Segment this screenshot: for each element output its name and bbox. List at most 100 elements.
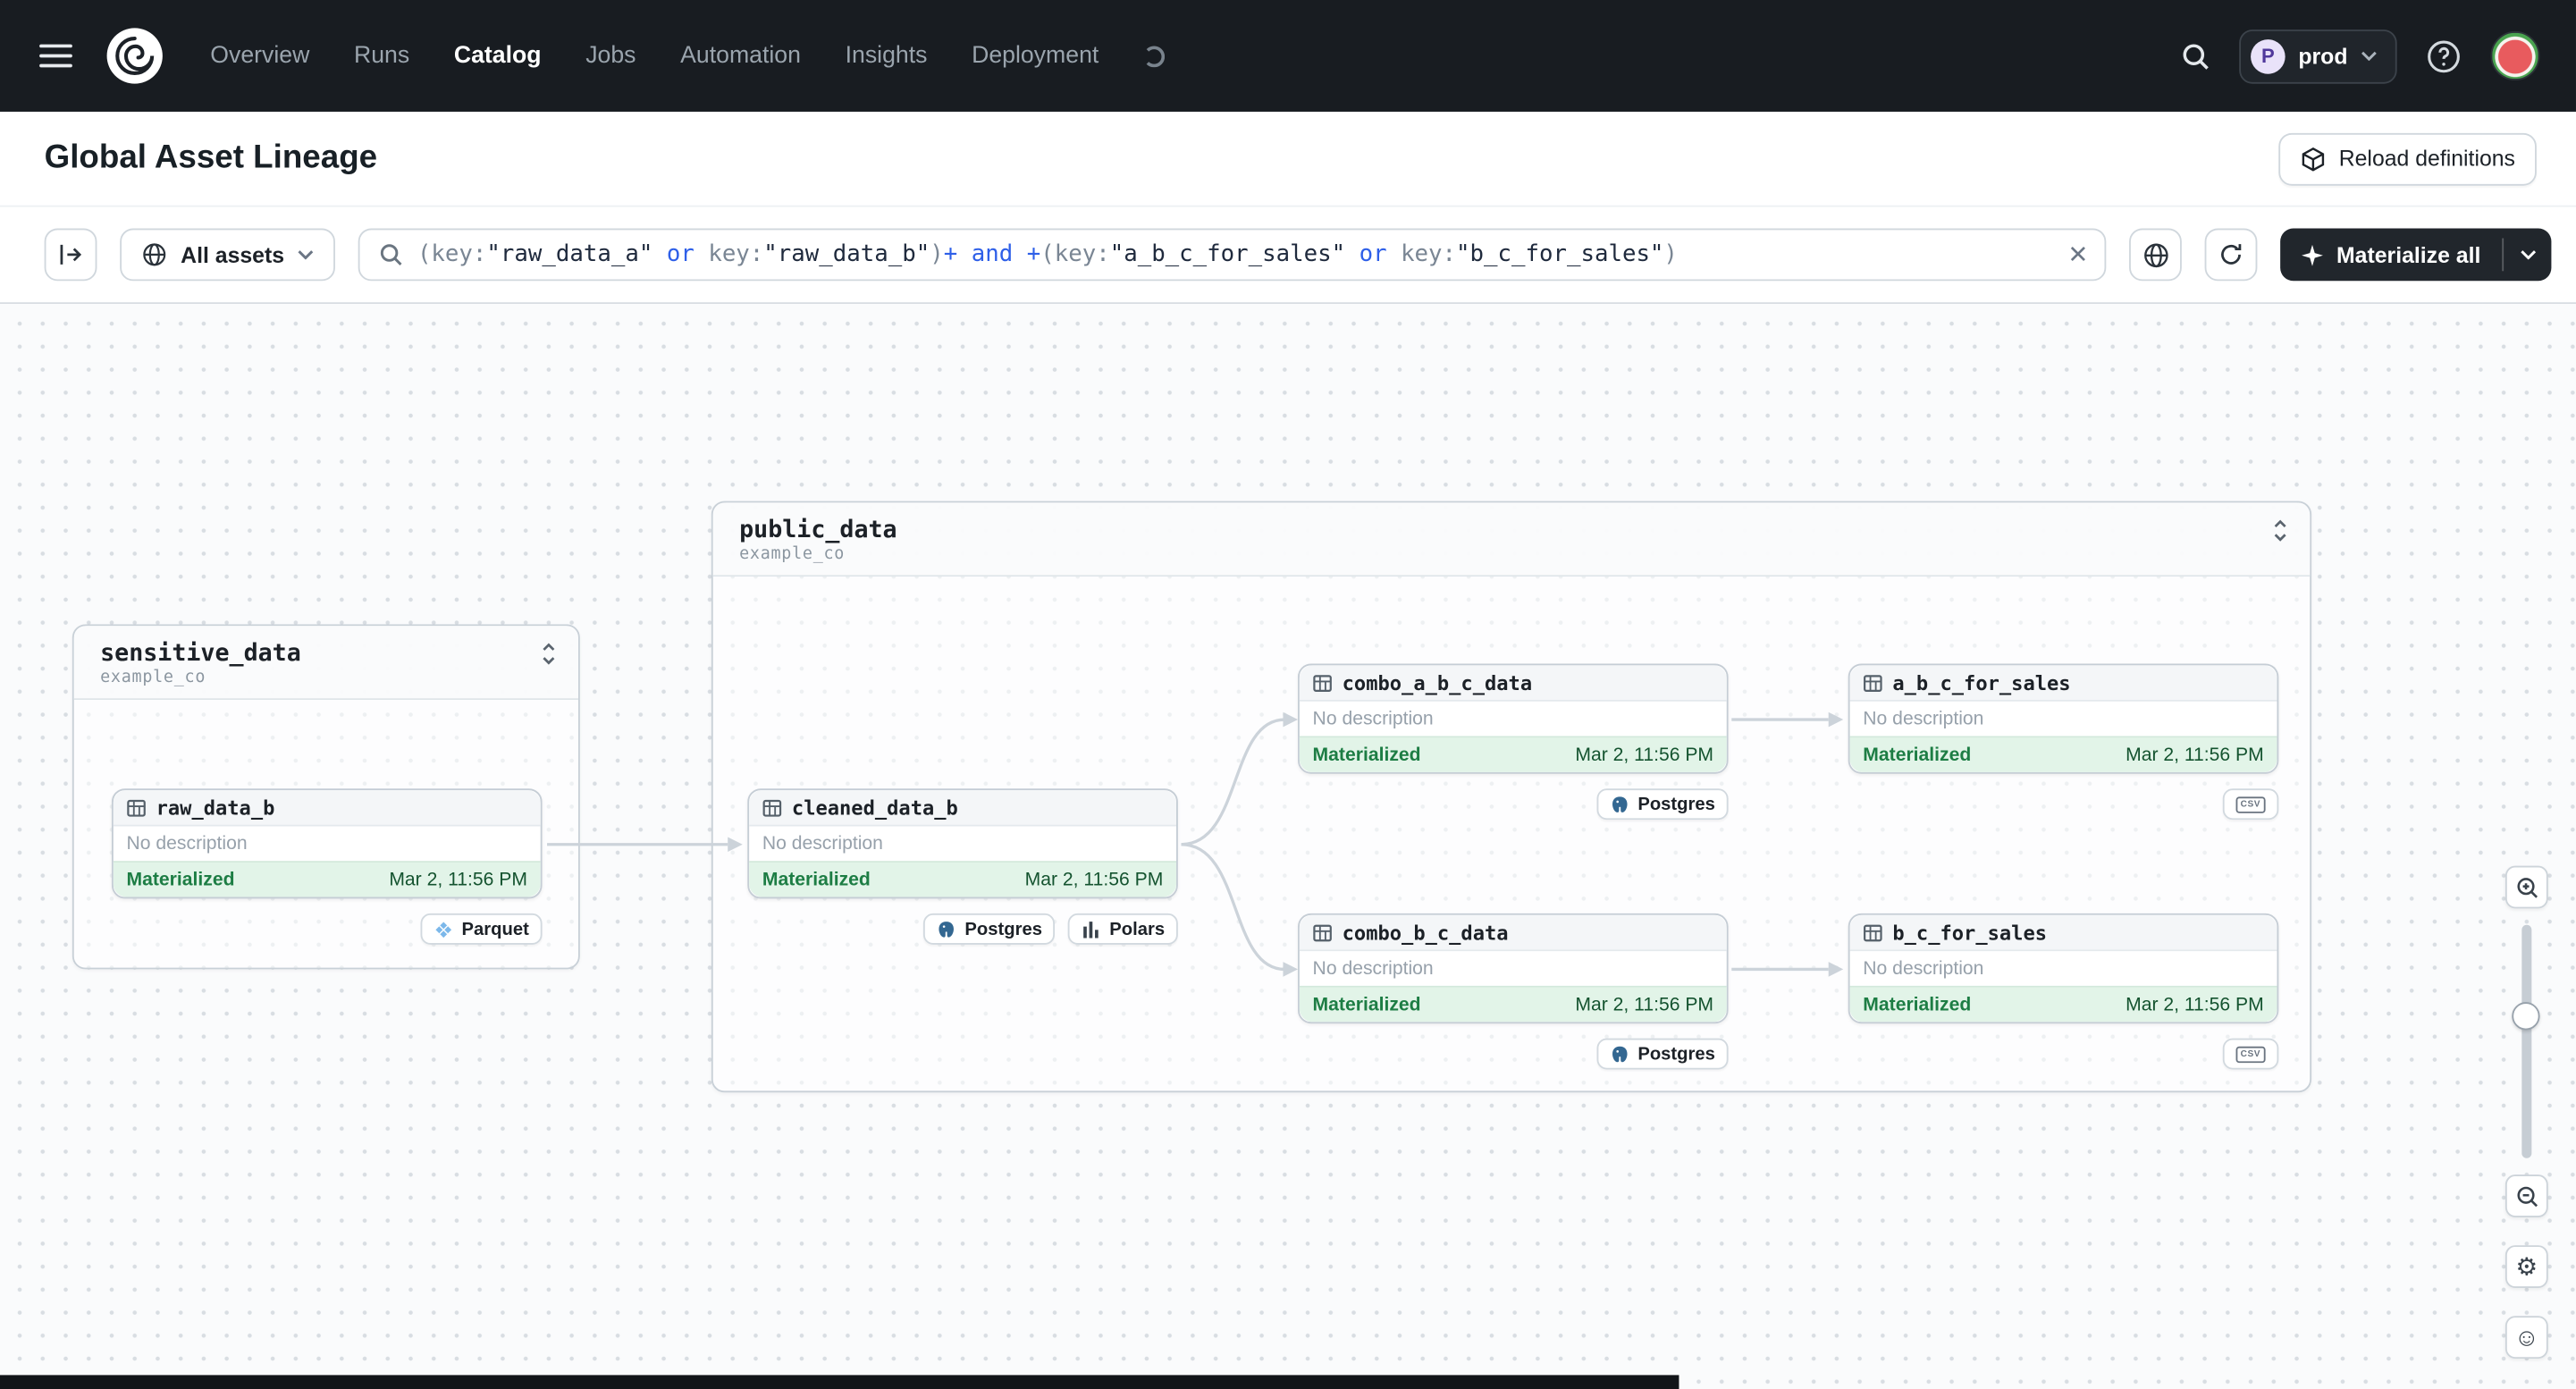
nav-item-insights[interactable]: Insights (846, 43, 928, 69)
asset-description: No description (1312, 958, 1434, 979)
materialized-timestamp: Mar 2, 11:56 PM (2126, 745, 2264, 765)
asset-selection-query: (key:"raw_data_a" or key:"raw_data_b")+ … (417, 241, 1678, 268)
materialized-timestamp: Mar 2, 11:56 PM (1575, 745, 1714, 765)
clear-selection-icon[interactable]: ✕ (2067, 242, 2088, 267)
feedback-button[interactable]: ☺ (2504, 1316, 2548, 1360)
nav-item-jobs[interactable]: Jobs (585, 43, 636, 69)
table-icon (1313, 674, 1332, 692)
asset-status-row: Materialized Mar 2, 11:56 PM (113, 861, 541, 897)
asset-node-cleaned_data_b[interactable]: cleaned_data_b No description Materializ… (747, 788, 1178, 899)
tag-postgres[interactable]: Postgres (1596, 788, 1729, 821)
asset-node-combo_a_b_c_data[interactable]: combo_a_b_c_data No description Material… (1298, 663, 1729, 774)
materialized-status: Materialized (1863, 994, 1972, 1014)
asset-selection-input[interactable]: (key:"raw_data_a" or key:"raw_data_b")+ … (358, 228, 2107, 282)
materialized-timestamp: Mar 2, 11:56 PM (389, 870, 527, 890)
nav-item-deployment[interactable]: Deployment (972, 43, 1099, 69)
globe-icon (143, 243, 166, 266)
tag-csv[interactable]: CSV (2222, 1038, 2279, 1070)
tag-polars[interactable]: Polars (1068, 913, 1178, 945)
table-icon (762, 799, 782, 816)
panel-expand-icon (60, 244, 82, 265)
asset-node-combo_b_c_data[interactable]: combo_b_c_data No description Materializ… (1298, 913, 1729, 1024)
asset-status-row: Materialized Mar 2, 11:56 PM (1849, 736, 2277, 772)
deployment-switcher[interactable]: P prod (2239, 29, 2397, 83)
asset-status-row: Materialized Mar 2, 11:56 PM (749, 861, 1177, 897)
materialized-status: Materialized (762, 870, 871, 890)
globe-icon (2143, 242, 2168, 267)
tag-label: Parquet (461, 919, 529, 939)
asset-node-raw_data_b[interactable]: raw_data_b No description Materialized M… (111, 788, 543, 899)
dagster-app: Overview Runs Catalog Jobs Automation In… (0, 0, 2576, 1389)
csv-icon: CSV (2235, 796, 2266, 812)
graph-view-options-button[interactable] (2129, 228, 2183, 282)
gear-icon: ⚙ (2515, 1253, 2538, 1282)
asset-node-header: combo_a_b_c_data (1299, 665, 1727, 702)
user-avatar[interactable] (2490, 30, 2540, 81)
materialized-status: Materialized (1312, 994, 1421, 1014)
asset-node-header: combo_b_c_data (1299, 914, 1727, 952)
toggle-sidebar-button[interactable] (44, 228, 97, 282)
reload-definitions-label: Reload definitions (2338, 146, 2515, 172)
chevron-down-icon (2361, 51, 2377, 62)
asset-scope-label: All assets (181, 242, 285, 267)
zoom-in-icon (2516, 877, 2538, 897)
zoom-out-icon (2516, 1185, 2538, 1207)
refresh-icon (2221, 244, 2242, 265)
zoom-in-button[interactable] (2504, 865, 2548, 909)
group-repo: example_co (739, 545, 846, 564)
asset-node-b_c_for_sales[interactable]: b_c_for_sales No description Materialize… (1848, 913, 2279, 1024)
viewport: Overview Runs Catalog Jobs Automation In… (0, 0, 2576, 1389)
nav-item-runs[interactable]: Runs (354, 43, 409, 69)
postgres-icon (1612, 1045, 1628, 1062)
tag-csv[interactable]: CSV (2222, 788, 2279, 821)
reload-definitions-button[interactable]: Reload definitions (2277, 131, 2537, 185)
graph-settings-button[interactable]: ⚙ (2504, 1245, 2548, 1288)
lineage-canvas[interactable]: sensitive_data example_co public_data ex… (0, 304, 2576, 1389)
menu-icon[interactable] (39, 44, 72, 68)
postgres-icon (939, 921, 955, 937)
zoom-out-button[interactable] (2504, 1174, 2548, 1217)
nav-item-catalog[interactable]: Catalog (454, 43, 542, 69)
table-icon (1864, 923, 1882, 941)
tag-parquet[interactable]: Parquet (420, 913, 543, 945)
materialized-status: Materialized (1312, 745, 1421, 765)
asset-name: b_c_for_sales (1892, 921, 2048, 944)
loading-spinner-icon (1142, 45, 1165, 67)
page-title: Global Asset Lineage (44, 139, 378, 176)
table-icon (1864, 674, 1882, 692)
asset-node-header: cleaned_data_b (749, 790, 1177, 827)
materialize-all-button[interactable]: Materialize all (2280, 228, 2552, 282)
help-icon[interactable] (2425, 37, 2462, 74)
materialized-status: Materialized (1863, 745, 1972, 765)
asset-description: No description (762, 833, 883, 854)
asset-node-a_b_c_for_sales[interactable]: a_b_c_for_sales No description Materiali… (1848, 663, 2279, 774)
tag-postgres[interactable]: Postgres (1596, 1038, 1729, 1070)
nav-item-automation[interactable]: Automation (680, 43, 801, 69)
nav-item-overview[interactable]: Overview (210, 43, 309, 69)
asset-status-row: Materialized Mar 2, 11:56 PM (1299, 736, 1727, 772)
tag-label: Postgres (1637, 1044, 1715, 1065)
asset-node-header: b_c_for_sales (1849, 914, 2277, 952)
tag-label: Postgres (964, 919, 1042, 939)
zoom-slider-track[interactable] (2521, 924, 2532, 1158)
tag-label: Postgres (1637, 794, 1715, 814)
dagster-logo[interactable] (105, 26, 164, 85)
group-header: public_data example_co (712, 502, 2311, 577)
top-nav: Overview Runs Catalog Jobs Automation In… (0, 0, 2576, 112)
nav-links: Overview Runs Catalog Jobs Automation In… (210, 43, 1165, 69)
collapse-group-icon[interactable] (2270, 519, 2290, 543)
refresh-button[interactable] (2204, 228, 2258, 282)
group-name: sensitive_data (100, 640, 301, 668)
materialize-all-label: Materialize all (2336, 242, 2481, 267)
tag-postgres[interactable]: Postgres (923, 913, 1056, 945)
search-icon (380, 244, 402, 265)
materialize-options-caret[interactable] (2504, 228, 2551, 281)
asset-status-row: Materialized Mar 2, 11:56 PM (1299, 985, 1727, 1023)
collapse-group-icon[interactable] (539, 643, 559, 666)
zoom-slider-handle[interactable] (2512, 1002, 2540, 1031)
asset-description: No description (1863, 709, 1984, 729)
materialized-timestamp: Mar 2, 11:56 PM (1575, 994, 1714, 1014)
asset-scope-dropdown[interactable]: All assets (120, 228, 336, 282)
search-icon[interactable] (2180, 40, 2211, 72)
asset-status-row: Materialized Mar 2, 11:56 PM (1849, 985, 2277, 1023)
